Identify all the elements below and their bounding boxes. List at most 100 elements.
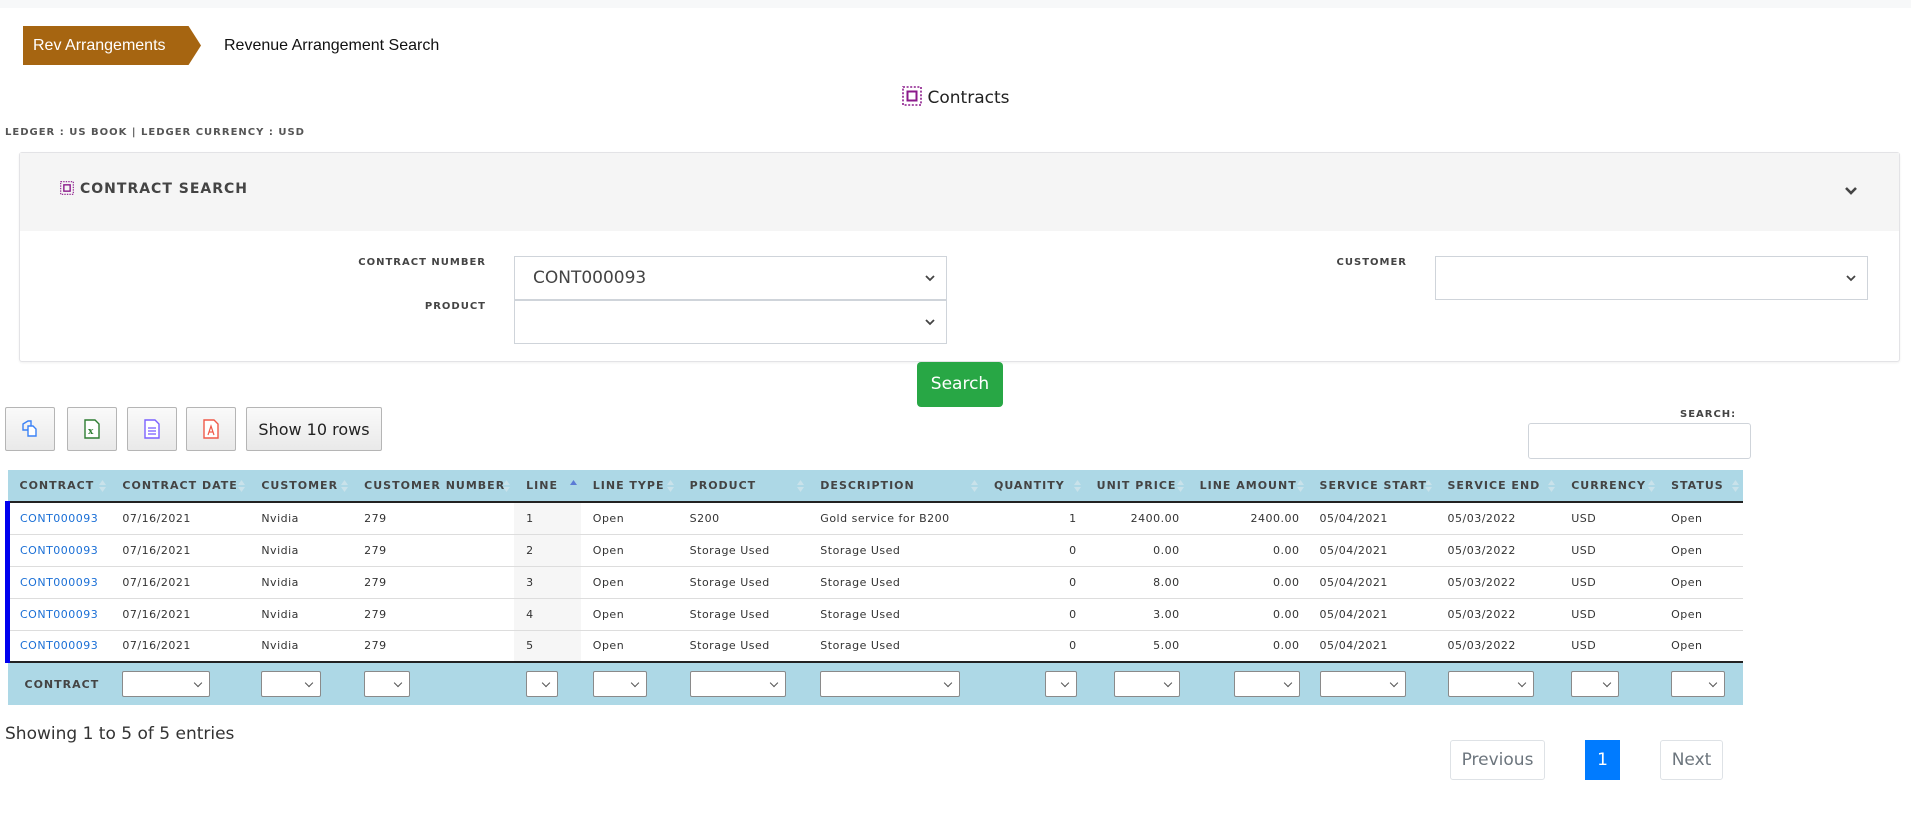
contract-link[interactable]: CONT000093: [20, 576, 98, 589]
copy-button[interactable]: [5, 407, 55, 451]
sort-ascending-icon: [569, 480, 577, 485]
column-header-customer[interactable]: CUSTOMER: [249, 470, 353, 503]
column-header-contract-date[interactable]: CONTRACT DATE: [110, 470, 250, 503]
cell-line-amount: 0.00: [1187, 598, 1308, 631]
chevron-down-icon: [1846, 275, 1856, 282]
pdf-export-button[interactable]: [186, 407, 236, 451]
table-search-input[interactable]: [1528, 423, 1751, 459]
chevron-down-icon: [925, 275, 935, 282]
cell-line: 4: [514, 598, 581, 631]
table-row[interactable]: CONT000093 07/16/2021 Nvidia 279 3 Open Storag…: [5, 566, 1743, 599]
filter-select-customer[interactable]: [261, 671, 322, 697]
table-row[interactable]: CONT000093 07/16/2021 Nvidia 279 2 Open Storag…: [5, 534, 1743, 567]
cell-description: Storage Used: [808, 630, 982, 663]
column-header-customer-number[interactable]: CUSTOMER NUMBER: [352, 470, 515, 503]
contract-link[interactable]: CONT000093: [20, 608, 98, 621]
table-row[interactable]: CONT000093 07/16/2021 Nvidia 279 5 Open Storag…: [5, 630, 1743, 663]
table-info: Showing 1 to 5 of 5 entries: [5, 724, 235, 744]
table-header-row: CONTRACT CONTRACT DATE CUSTOMER CUSTOMER NU…: [7, 470, 1743, 503]
search-button[interactable]: Search: [917, 362, 1003, 407]
cell-unit-price: 0.00: [1084, 534, 1188, 567]
cell-service-end: 05/03/2022: [1435, 630, 1560, 663]
cell-status: Open: [1659, 598, 1743, 631]
filter-select-customer-number[interactable]: [364, 671, 411, 697]
customer-label: CUSTOMER: [1336, 257, 1407, 268]
table-row[interactable]: CONT000093 07/16/2021 Nvidia 279 4 Open Storag…: [5, 598, 1743, 631]
column-header-label: LINE AMOUNT: [1199, 479, 1297, 492]
page-length-button[interactable]: Show 10 rows: [246, 407, 382, 451]
sort-icon: [341, 480, 349, 492]
filter-select-contract-date[interactable]: [122, 671, 211, 697]
contract-number-select[interactable]: CONT000093: [514, 256, 947, 300]
product-select[interactable]: [514, 300, 947, 344]
filter-select-service-start[interactable]: [1319, 671, 1406, 697]
column-header-label: CURRENCY: [1571, 479, 1646, 492]
filter-select-line-amount[interactable]: [1233, 671, 1300, 697]
cell-contract[interactable]: CONT000093: [5, 534, 111, 567]
csv-icon: [144, 419, 160, 439]
column-header-service-end[interactable]: SERVICE END: [1435, 470, 1560, 503]
cell-line-amount: 0.00: [1187, 534, 1308, 567]
column-header-quantity[interactable]: QUANTITY: [981, 470, 1085, 503]
table-filter-row: CONTRACT: [7, 661, 1743, 705]
column-header-currency[interactable]: CURRENCY: [1559, 470, 1660, 503]
column-header-status[interactable]: STATUS: [1659, 470, 1743, 503]
page-1-button[interactable]: 1: [1585, 740, 1620, 780]
cell-contract[interactable]: CONT000093: [5, 630, 111, 663]
cell-unit-price: 5.00: [1084, 630, 1188, 663]
previous-page-button[interactable]: Previous: [1450, 740, 1545, 780]
table-search-label: SEARCH:: [1680, 409, 1737, 420]
column-header-label: UNIT PRICE: [1096, 479, 1177, 492]
pdf-icon: [203, 419, 219, 439]
cell-quantity: 0: [981, 566, 1085, 599]
column-header-contract[interactable]: CONTRACT: [7, 470, 111, 503]
column-header-line[interactable]: LINE: [514, 470, 581, 503]
cell-contract[interactable]: CONT000093: [5, 566, 111, 599]
column-header-description[interactable]: DESCRIPTION: [808, 470, 982, 503]
customer-select[interactable]: [1435, 256, 1868, 300]
column-header-label: SERVICE START: [1319, 479, 1428, 492]
filter-select-product[interactable]: [689, 671, 786, 697]
filter-label: CONTRACT: [7, 661, 111, 705]
sort-icon: [1648, 480, 1656, 492]
contract-link[interactable]: CONT000093: [20, 639, 98, 652]
cell-line-amount: 2400.00: [1187, 502, 1308, 535]
filter-select-line[interactable]: [526, 671, 559, 697]
panel-header[interactable]: CONTRACT SEARCH: [20, 153, 1899, 231]
collapse-toggle[interactable]: [1841, 181, 1861, 201]
filter-select-unit-price[interactable]: [1113, 671, 1180, 697]
panel-title: CONTRACT SEARCH: [60, 181, 248, 199]
filter-select-status[interactable]: [1671, 671, 1726, 697]
next-page-button[interactable]: Next: [1660, 740, 1723, 780]
column-header-product[interactable]: PRODUCT: [677, 470, 809, 503]
filter-select-line-type[interactable]: [592, 671, 647, 697]
csv-export-button[interactable]: [127, 407, 177, 451]
breadcrumb-rev-arrangements[interactable]: Rev Arrangements: [23, 26, 201, 65]
cell-product: Storage Used: [677, 566, 809, 599]
filter-select-quantity[interactable]: [1044, 671, 1077, 697]
column-header-line-amount[interactable]: LINE AMOUNT: [1187, 470, 1308, 503]
cell-quantity: 1: [981, 502, 1085, 535]
filter-cell: [514, 661, 581, 705]
column-header-label: CONTRACT: [19, 479, 95, 492]
filter-select-currency[interactable]: [1571, 671, 1620, 697]
contract-link[interactable]: CONT000093: [20, 512, 98, 525]
cell-description: Storage Used: [808, 566, 982, 599]
column-header-line-type[interactable]: LINE TYPE: [580, 470, 678, 503]
filter-select-description[interactable]: [820, 671, 961, 697]
sort-icon: [1296, 480, 1304, 492]
filter-select-service-end[interactable]: [1447, 671, 1534, 697]
sort-icon: [1176, 480, 1184, 492]
cell-contract-date: 07/16/2021: [110, 566, 250, 599]
contract-link[interactable]: CONT000093: [20, 544, 98, 557]
cell-customer: Nvidia: [249, 598, 353, 631]
sort-icon: [1732, 480, 1739, 492]
table-row[interactable]: CONT000093 07/16/2021 Nvidia 279 1 Open S200 Go…: [5, 502, 1743, 535]
cell-description: Storage Used: [808, 598, 982, 631]
column-header-unit-price[interactable]: UNIT PRICE: [1084, 470, 1188, 503]
cell-line-amount: 0.00: [1187, 566, 1308, 599]
cell-contract[interactable]: CONT000093: [5, 502, 111, 535]
excel-export-button[interactable]: x: [67, 407, 117, 451]
column-header-service-start[interactable]: SERVICE START: [1307, 470, 1436, 503]
cell-contract[interactable]: CONT000093: [5, 598, 111, 631]
